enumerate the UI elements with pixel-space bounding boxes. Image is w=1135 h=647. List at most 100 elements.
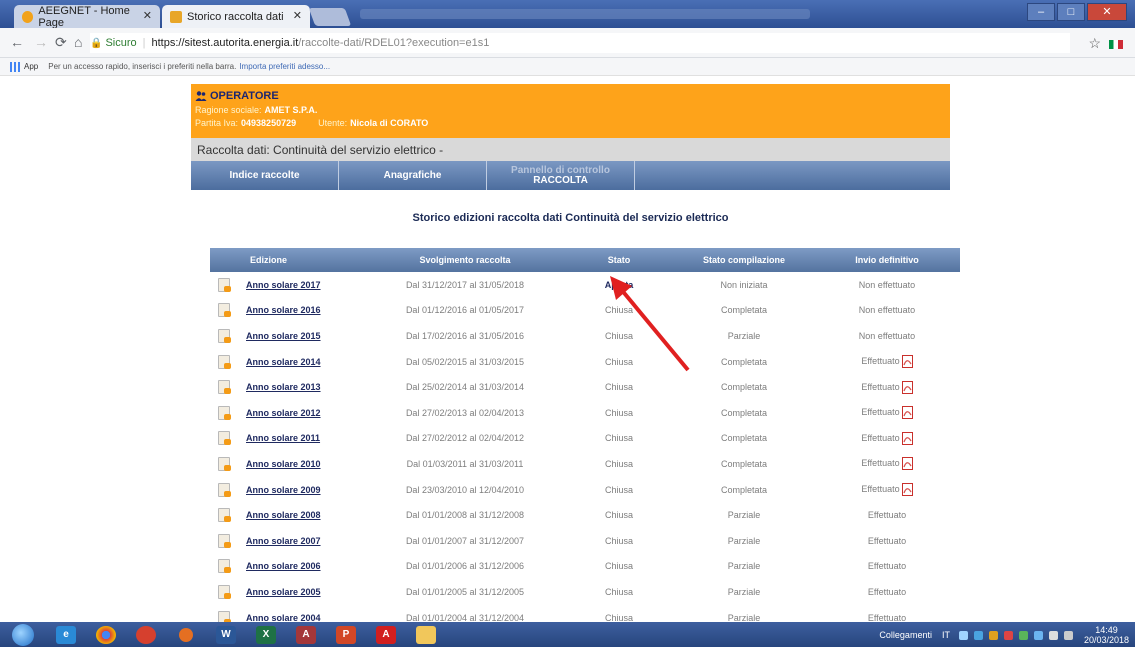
- edizione-link[interactable]: Anno solare 2015: [246, 331, 321, 341]
- edizione-link[interactable]: Anno solare 2012: [246, 408, 321, 418]
- document-icon-cell: [210, 554, 246, 580]
- menu-anagrafiche[interactable]: Anagrafiche: [339, 161, 487, 190]
- taskbar-explorer[interactable]: [409, 624, 443, 646]
- taskbar-access[interactable]: A: [289, 624, 323, 646]
- edizione-link[interactable]: Anno solare 2009: [246, 485, 321, 495]
- edizione-link[interactable]: Anno solare 2011: [246, 433, 320, 443]
- document-icon-cell: [210, 528, 246, 554]
- import-bookmarks-link[interactable]: Importa preferiti adesso...: [239, 62, 330, 71]
- page-heading: Storico edizioni raccolta dati Continuit…: [412, 212, 729, 224]
- url-field[interactable]: 🔒 Sicuro | https://sitest.autorita.energ…: [90, 33, 1070, 53]
- edizione-link[interactable]: Anno solare 2010: [246, 459, 321, 469]
- pdf-icon[interactable]: [901, 355, 913, 369]
- edizione-link[interactable]: Anno solare 2014: [246, 357, 321, 367]
- clock[interactable]: 14:49 20/03/2018: [1084, 625, 1129, 645]
- document-icon[interactable]: [218, 508, 231, 523]
- document-icon[interactable]: [218, 431, 231, 446]
- edizione-cell: Anno solare 2005: [246, 579, 366, 605]
- taskbar-acrobat[interactable]: A: [369, 624, 403, 646]
- edizione-link[interactable]: Anno solare 2008: [246, 510, 321, 520]
- menu-indice-raccolte[interactable]: Indice raccolte: [191, 161, 339, 190]
- header-svolgimento: Svolgimento raccolta: [366, 248, 564, 272]
- taskbar-word[interactable]: W: [209, 624, 243, 646]
- start-button[interactable]: [3, 623, 43, 646]
- tray-cloud-icon[interactable]: [1033, 630, 1043, 640]
- taskbar-powerpoint[interactable]: P: [329, 624, 363, 646]
- pdf-icon[interactable]: [901, 380, 913, 394]
- svolgimento-cell: Dal 31/12/2017 al 31/05/2018: [405, 279, 525, 290]
- tray-label[interactable]: Collegamenti: [879, 630, 932, 640]
- invio-cell: Effettuato: [814, 451, 960, 477]
- taskbar-app-red[interactable]: [129, 624, 163, 646]
- bookmarks-hint: Per un accesso rapido, inserisci i prefe…: [48, 62, 237, 71]
- piva-utente-row: Partita Iva: 04938250729 Utente: Nicola …: [195, 118, 946, 128]
- pdf-icon[interactable]: [901, 406, 913, 420]
- tray-network-icon[interactable]: [958, 630, 968, 640]
- document-icon[interactable]: [218, 328, 231, 343]
- close-window-icon[interactable]: ✕: [1087, 3, 1127, 21]
- close-tab-icon[interactable]: ✕: [143, 9, 152, 22]
- pdf-icon[interactable]: [901, 483, 913, 497]
- language-indicator[interactable]: IT: [942, 630, 950, 640]
- edizione-link[interactable]: Anno solare 2005: [246, 587, 321, 597]
- document-icon[interactable]: [218, 456, 231, 471]
- tab-home-page[interactable]: AEEGNET - Home Page ✕: [14, 5, 160, 29]
- document-icon[interactable]: [218, 482, 231, 497]
- taskbar-ie[interactable]: e: [49, 624, 83, 646]
- tray-shield-icon[interactable]: [973, 630, 983, 640]
- compilazione-cell: Completata: [720, 305, 768, 316]
- svolgimento-cell: Dal 17/02/2016 al 31/05/2016: [405, 330, 525, 341]
- invio-cell: Non effettuato: [814, 272, 960, 298]
- forward-arrow-icon[interactable]: →: [34, 34, 48, 50]
- pdf-icon[interactable]: [901, 457, 913, 471]
- close-tab-icon[interactable]: ✕: [293, 9, 302, 22]
- internet-explorer-icon: e: [56, 625, 76, 644]
- edizione-link[interactable]: Anno solare 2017: [246, 280, 321, 290]
- edizione-link[interactable]: Anno solare 2006: [246, 561, 321, 571]
- menu-pannello-controllo[interactable]: Pannello di controllo RACCOLTA: [487, 161, 635, 190]
- document-icon[interactable]: [218, 303, 231, 318]
- compilazione-cell: Parziale: [727, 586, 761, 597]
- italian-flag-icon[interactable]: [1109, 40, 1123, 49]
- back-arrow-icon[interactable]: ←: [10, 34, 24, 50]
- document-icon-cell: [210, 272, 246, 298]
- document-icon[interactable]: [218, 584, 231, 599]
- table-row: Anno solare 2012 Dal 27/02/2013 al 02/04/…: [210, 400, 960, 426]
- edizione-link[interactable]: Anno solare 2016: [246, 305, 321, 315]
- minimize-icon[interactable]: –: [1027, 3, 1055, 21]
- main-menu: Indice raccolte Anagrafiche Pannello di …: [191, 161, 950, 190]
- document-icon[interactable]: [218, 354, 231, 369]
- stato-cell: Chiusa: [604, 458, 633, 469]
- table-row: Anno solare 2006 Dal 01/01/2006 al 31/12/…: [210, 554, 960, 580]
- edizione-link[interactable]: Anno solare 2013: [246, 382, 321, 392]
- invio-cell: Non effettuato: [814, 298, 960, 324]
- tab-storico-raccolta[interactable]: Storico raccolta dati ✕: [162, 5, 310, 28]
- pdf-icon[interactable]: [901, 431, 913, 445]
- document-icon[interactable]: [218, 533, 231, 548]
- reload-icon[interactable]: ⟳: [55, 34, 67, 51]
- new-tab-button[interactable]: [308, 8, 352, 26]
- home-icon[interactable]: ⌂: [74, 34, 82, 50]
- tray-volume-icon[interactable]: [1063, 630, 1073, 640]
- invio-cell: Effettuato: [814, 477, 960, 503]
- document-icon[interactable]: [218, 277, 231, 292]
- tray-app-icon[interactable]: [988, 630, 998, 640]
- document-icon[interactable]: [218, 405, 231, 420]
- bookmark-star-icon[interactable]: ☆: [1088, 35, 1101, 52]
- apps-link[interactable]: App: [24, 62, 38, 71]
- tray-update-icon[interactable]: [1018, 630, 1028, 640]
- taskbar-chrome[interactable]: [89, 624, 123, 646]
- svolgimento-cell: Dal 01/03/2011 al 31/03/2011: [406, 458, 524, 469]
- edizione-link[interactable]: Anno solare 2007: [246, 536, 321, 546]
- document-icon[interactable]: [218, 559, 231, 574]
- tray-power-icon[interactable]: [1048, 630, 1058, 640]
- taskbar-app-orange[interactable]: [169, 624, 203, 646]
- restore-icon[interactable]: □: [1057, 3, 1085, 21]
- table-header-row: Edizione Svolgimento raccolta Stato Stat…: [210, 248, 960, 272]
- document-icon[interactable]: [218, 380, 231, 395]
- tray-security-icon[interactable]: [1003, 630, 1013, 640]
- svolgimento-cell: Dal 01/01/2005 al 31/12/2005: [405, 586, 525, 597]
- taskbar-excel[interactable]: X: [249, 624, 283, 646]
- invio-status: Effettuato: [861, 432, 900, 443]
- apps-grid-icon[interactable]: [10, 61, 20, 72]
